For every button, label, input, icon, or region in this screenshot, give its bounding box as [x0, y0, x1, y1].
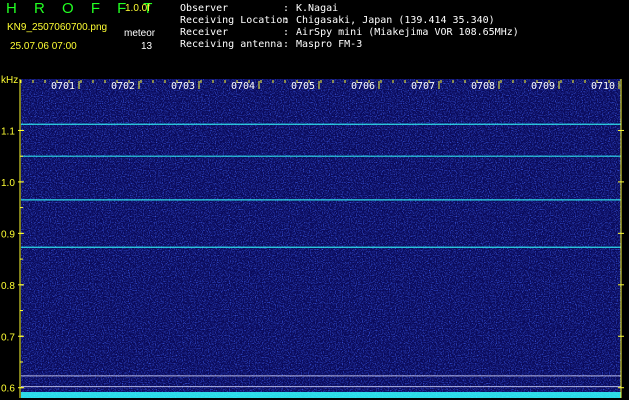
- y-tick-label: 0.8: [1, 281, 15, 292]
- x-tick-label: 0704: [231, 81, 255, 92]
- x-tick-label: 0710: [591, 81, 615, 92]
- y-tick-label: 0.6: [1, 384, 15, 395]
- x-tick-label: 0702: [111, 81, 135, 92]
- x-tick-label: 0703: [171, 81, 195, 92]
- x-tick-label: 0705: [291, 81, 315, 92]
- y-tick-label: 0.7: [1, 332, 15, 343]
- y-tick-label: 1.0: [1, 178, 15, 189]
- noise-floor-band: [21, 392, 621, 398]
- spectrogram-chart: 0.6 0.7 0.8 0.9 1.0 1.1 0701 0702 0703 0704 0705 07…: [1, 79, 624, 398]
- spectrogram-noise: [21, 79, 621, 398]
- y-tick-label: 1.1: [1, 126, 15, 137]
- x-tick-label: 0706: [351, 81, 375, 92]
- x-tick-label: 0709: [531, 81, 555, 92]
- x-tick-label: 0708: [471, 81, 495, 92]
- x-tick-label: 0707: [411, 81, 435, 92]
- y-tick-label: 0.9: [1, 229, 15, 240]
- x-tick-label: 0701: [51, 81, 75, 92]
